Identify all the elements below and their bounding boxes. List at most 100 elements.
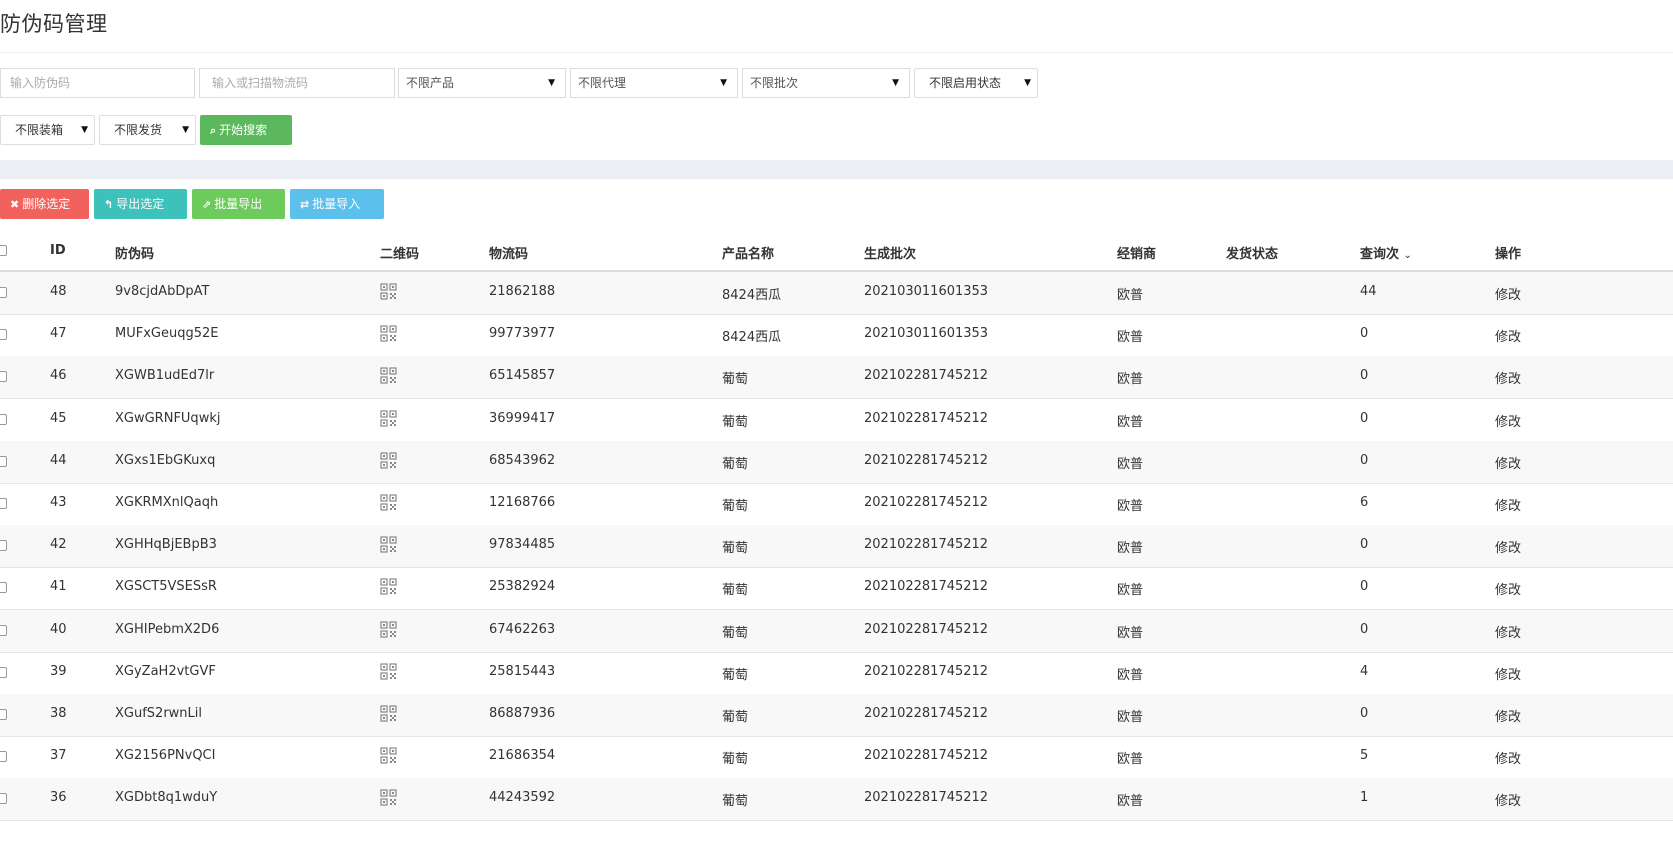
qrcode-icon[interactable] [380,620,397,642]
cell-op[interactable]: 修改 [1495,495,1521,514]
shipping-select[interactable]: 不限发货 ▼ [99,115,196,145]
agent-select-value: 不限代理 [578,76,627,90]
caret-down-icon: ▼ [892,78,899,88]
cell-product: 葡萄 [722,710,749,725]
select-all-checkbox[interactable] [0,245,7,256]
qrcode-icon[interactable] [380,325,397,346]
page-title: 防伪码管理 [0,12,108,36]
qrcode-icon[interactable] [380,367,397,388]
packing-select[interactable]: 不限装箱 ▼ [0,115,95,145]
cell-op[interactable]: 修改 [1495,579,1521,598]
table-row: 48 9v8cjdAbDpAT 21862188 8424西瓜 202103011601… [0,272,1673,315]
row-checkbox[interactable] [0,371,7,383]
qrcode-icon[interactable] [380,747,397,768]
cell-id: 39 [50,663,67,679]
qrcode-icon[interactable] [380,452,397,473]
cell-op[interactable]: 修改 [1495,284,1521,303]
cell-batch: 202102281745212 [864,621,989,637]
row-checkbox[interactable] [0,624,7,636]
row-checkbox[interactable] [0,287,7,298]
row-checkbox[interactable] [0,540,7,552]
close-icon: ✖ [10,198,20,211]
cell-batch: 202102281745212 [864,790,989,806]
qrcode-icon[interactable] [380,283,397,304]
agent-select[interactable]: 不限代理 ▼ [570,68,738,98]
row-checkbox[interactable] [0,329,7,341]
search-button[interactable]: ⌕ 开始搜索 [200,115,292,145]
batch-export-button[interactable]: ⇗ 批量导出 [192,189,285,219]
table-header: ID 防伪码 二维码 物流码 产品名称 生成批次 经销商 发货状态 查询次 ⌄ … [0,232,1673,272]
qrcode-icon[interactable] [380,663,397,684]
header-id[interactable]: ID [50,243,66,258]
qrcode-icon[interactable] [380,409,397,431]
cell-dealer: 欧普 [1117,667,1144,683]
header-query-count[interactable]: 查询次 ⌄ [1360,243,1412,262]
cell-op[interactable]: 修改 [1495,411,1521,430]
cell-id: 45 [50,410,67,426]
cell-logistics: 99773977 [489,326,556,342]
share-icon: ⇗ [202,198,212,211]
cell-op[interactable]: 修改 [1495,706,1521,725]
cell-op[interactable]: 修改 [1495,537,1521,556]
cell-code: XGyZaH2vtGVF [115,663,216,679]
row-checkbox[interactable] [0,413,7,425]
cell-logistics: 68543962 [489,452,556,468]
cell-op[interactable]: 修改 [1495,790,1521,809]
cell-query-count: 5 [1360,748,1369,764]
cell-code: XGwGRNFUqwkj [115,410,221,426]
table-row: 42 XGHHqBjEBpB3 97834485 葡萄 202102281745212 欧… [0,525,1673,569]
cell-id: 40 [50,621,67,637]
table-row: 47 MUFxGeuqg52E 99773977 8424西瓜 202103011601… [0,314,1673,358]
product-select[interactable]: 不限产品 ▼ [398,68,566,98]
cell-op[interactable]: 修改 [1495,368,1521,387]
cell-dealer: 欧普 [1117,330,1144,346]
export-selected-button[interactable]: ↰ 导出选定 [94,189,187,219]
cell-id: 38 [50,706,67,721]
delete-selected-button[interactable]: ✖ 删除选定 [0,189,89,219]
cell-op[interactable]: 修改 [1495,326,1521,345]
qrcode-icon[interactable] [380,578,397,599]
cell-query-count: 0 [1360,410,1369,426]
row-checkbox[interactable] [0,666,7,678]
cell-id: 46 [50,368,67,384]
header-batch: 生成批次 [864,247,917,262]
batch-select[interactable]: 不限批次 ▼ [742,68,910,98]
cell-code: MUFxGeuqg52E [115,326,219,342]
qrcode-icon[interactable] [380,705,397,726]
row-checkbox[interactable] [0,498,7,509]
table-row: 46 XGWB1udEd7lr 65145857 葡萄 202102281745212 欧… [0,356,1673,400]
cell-logistics: 36999417 [489,410,556,426]
header-op: 操作 [1495,247,1522,262]
cell-product: 8424西瓜 [722,288,782,303]
qrcode-icon[interactable] [380,494,397,515]
cell-logistics: 12168766 [489,495,556,510]
batch-import-button[interactable]: ⇄ 批量导入 [290,189,384,219]
cell-query-count: 6 [1360,495,1369,510]
cell-id: 41 [50,579,67,595]
qrcode-icon[interactable] [380,536,397,557]
batch-import-label: 批量导入 [312,197,361,211]
table-row: 36 XGDbt8q1wduY 44243592 葡萄 202102281745212 欧… [0,778,1673,822]
row-checkbox[interactable] [0,582,7,594]
row-checkbox[interactable] [0,793,7,805]
row-checkbox[interactable] [0,751,7,763]
cell-op[interactable]: 修改 [1495,748,1521,767]
cell-code: XGHIPebmX2D6 [115,621,220,637]
row-checkbox[interactable] [0,455,7,467]
code-search-input[interactable]: 输入防伪码 [0,68,195,98]
title-divider [0,52,1673,53]
cell-op[interactable]: 修改 [1495,664,1521,683]
header-ship-status: 发货状态 [1226,247,1279,262]
cell-op[interactable]: 修改 [1495,453,1521,472]
cell-product: 葡萄 [722,499,749,514]
cell-batch: 202103011601353 [864,326,989,342]
enable-status-select[interactable]: 不限启用状态 ▼ [914,68,1038,98]
row-checkbox[interactable] [0,709,7,720]
qrcode-icon[interactable] [380,789,397,810]
logistics-search-input[interactable]: 输入或扫描物流码 [199,68,395,98]
cell-dealer: 欧普 [1117,414,1144,430]
cell-id: 37 [50,748,67,764]
cell-op[interactable]: 修改 [1495,622,1521,641]
batch-select-value: 不限批次 [750,76,799,90]
header-qr: 二维码 [380,247,420,262]
